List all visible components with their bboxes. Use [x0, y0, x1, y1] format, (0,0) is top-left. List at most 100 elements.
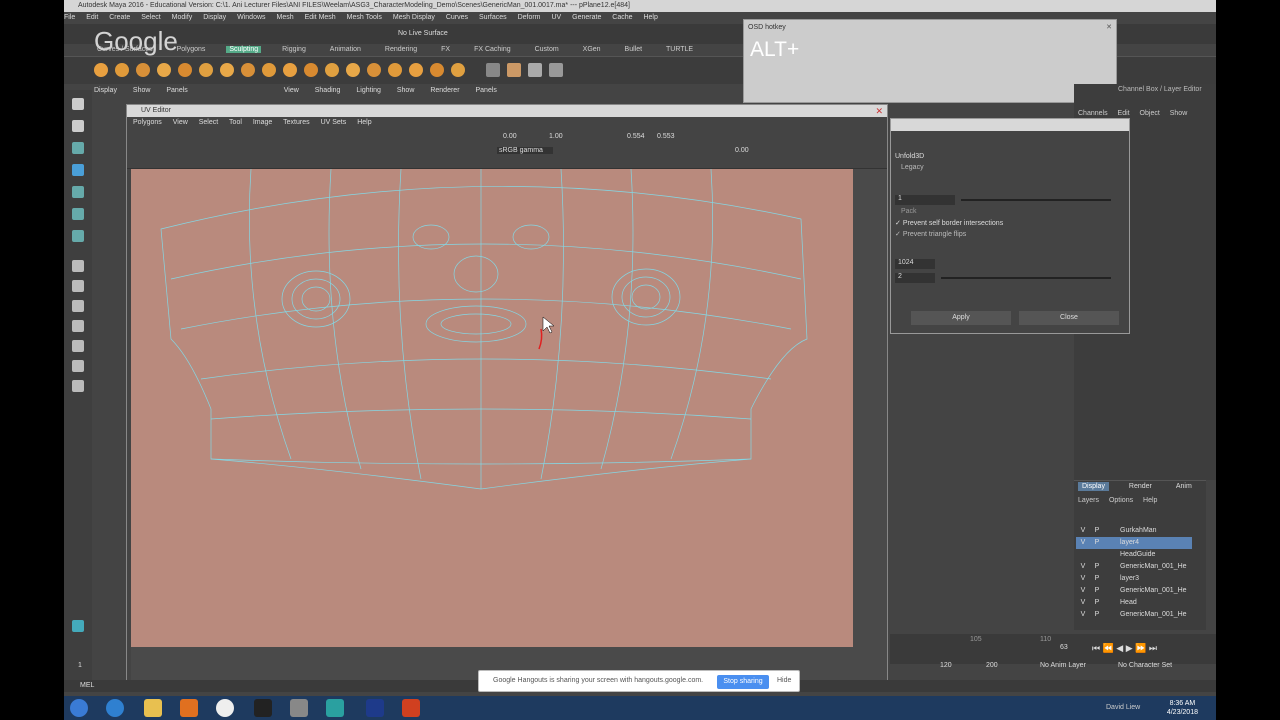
layer-row[interactable]: HeadGuide: [1076, 549, 1192, 561]
lasso-tool-icon[interactable]: [72, 120, 84, 132]
layout-icon-3[interactable]: [72, 340, 84, 352]
uv-menu-uv-sets[interactable]: UV Sets: [321, 119, 347, 126]
shelf-tab-custom[interactable]: Custom: [532, 46, 562, 53]
anim-layer-dropdown[interactable]: No Anim Layer: [1040, 662, 1086, 669]
photoshop-icon[interactable]: [366, 699, 384, 717]
sculpt-tool-icon[interactable]: [94, 63, 108, 77]
playback-toggle[interactable]: P: [1090, 537, 1104, 549]
tab-edit[interactable]: Edit: [1118, 110, 1130, 117]
layer-name[interactable]: layer3: [1120, 575, 1139, 582]
uv-texture-canvas[interactable]: [131, 169, 853, 647]
rotate-tool-icon[interactable]: [72, 186, 84, 198]
tab-channels[interactable]: Channels: [1078, 110, 1108, 117]
rotate-amount[interactable]: 0.00: [735, 147, 749, 154]
shelf-tab-sculpting[interactable]: Sculpting: [226, 46, 262, 53]
knife-tool-icon[interactable]: [367, 63, 381, 77]
uv-menu-select[interactable]: Select: [199, 119, 218, 126]
move-tool-icon[interactable]: [72, 164, 84, 176]
prevent-flips-checkbox[interactable]: ✓ Prevent triangle flips: [895, 230, 966, 238]
select-tool-icon[interactable]: [72, 98, 84, 110]
visibility-toggle[interactable]: V: [1076, 537, 1090, 549]
shelf-tab-curves[interactable]: Curves / Surfaces: [94, 46, 156, 53]
uv-menu-help[interactable]: Help: [357, 119, 371, 126]
flatten-tool-icon[interactable]: [199, 63, 213, 77]
layer-row[interactable]: V P Head: [1076, 597, 1192, 609]
current-frame[interactable]: 63: [1060, 644, 1068, 651]
vp-menu-display[interactable]: Display: [94, 87, 117, 94]
vp-menu-lighting[interactable]: Lighting: [356, 87, 381, 94]
menu-file[interactable]: File: [64, 14, 75, 21]
layer-menu-options[interactable]: Options: [1109, 497, 1133, 504]
method-legacy[interactable]: Legacy: [901, 164, 924, 171]
relax-tool-icon[interactable]: [136, 63, 150, 77]
freeze-tool-icon[interactable]: [451, 63, 465, 77]
uv-menu-view[interactable]: View: [173, 119, 188, 126]
media-player-icon[interactable]: [180, 699, 198, 717]
settings-tool-icon[interactable]: [528, 63, 542, 77]
layer-name[interactable]: layer4: [1120, 539, 1139, 546]
shelf-tab-fx-caching[interactable]: FX Caching: [471, 46, 514, 53]
uv-menu-tool[interactable]: Tool: [229, 119, 242, 126]
menu-select[interactable]: Select: [141, 14, 160, 21]
terminal-icon[interactable]: [254, 699, 272, 717]
layer-name[interactable]: GenericMan_001_He: [1120, 563, 1187, 570]
playback-toggle[interactable]: P: [1090, 561, 1104, 573]
iterations-slider[interactable]: [961, 199, 1111, 201]
vp-menu-shading[interactable]: Shading: [315, 87, 341, 94]
vp-menu-show[interactable]: Show: [133, 87, 151, 94]
texture-tool-icon[interactable]: [507, 63, 521, 77]
menu-edit-mesh[interactable]: Edit Mesh: [305, 14, 336, 21]
maya-icon[interactable]: [326, 699, 344, 717]
time-slider[interactable]: 105 110 63 ⏮ ⏪ ◀ ▶ ⏩ ⏭: [890, 634, 1216, 664]
range-end-field[interactable]: 200: [986, 662, 998, 669]
visibility-toggle[interactable]: V: [1076, 597, 1090, 609]
playback-toggle[interactable]: P: [1090, 525, 1104, 537]
pack-checkbox[interactable]: Pack: [901, 208, 917, 215]
last-tool-icon[interactable]: [72, 230, 84, 242]
gamma-value[interactable]: 1.00: [549, 133, 563, 140]
powerpoint-icon[interactable]: [402, 699, 420, 717]
visibility-toggle[interactable]: V: [1076, 573, 1090, 585]
close-icon[interactable]: ✕: [1106, 23, 1112, 31]
menu-mesh-display[interactable]: Mesh Display: [393, 14, 435, 21]
menu-create[interactable]: Create: [109, 14, 130, 21]
close-button[interactable]: Close: [1019, 311, 1119, 325]
explorer-icon[interactable]: [144, 699, 162, 717]
visibility-toggle[interactable]: V: [1076, 561, 1090, 573]
scale-tool-icon[interactable]: [72, 208, 84, 220]
layer-name[interactable]: Head: [1120, 599, 1137, 606]
menu-mesh[interactable]: Mesh: [276, 14, 293, 21]
close-icon[interactable]: ✕: [875, 106, 883, 117]
visibility-toggle[interactable]: V: [1076, 525, 1090, 537]
menu-deform[interactable]: Deform: [518, 14, 541, 21]
amplify-tool-icon[interactable]: [430, 63, 444, 77]
layer-row[interactable]: V Player3: [1076, 573, 1192, 585]
left-field[interactable]: 1: [78, 662, 82, 669]
map-size-dropdown[interactable]: 1024: [895, 259, 935, 269]
shelf-tab-xgen[interactable]: XGen: [580, 46, 604, 53]
layer-row[interactable]: V P GenericMan_001_He: [1076, 561, 1192, 573]
room-space-field[interactable]: 2: [895, 273, 935, 283]
shelf-tab-fx[interactable]: FX: [438, 46, 453, 53]
menu-curves[interactable]: Curves: [446, 14, 468, 21]
tab-render[interactable]: Render: [1125, 482, 1156, 491]
range-start-field[interactable]: 120: [940, 662, 952, 669]
menu-mesh-tools[interactable]: Mesh Tools: [347, 14, 382, 21]
menu-modify[interactable]: Modify: [172, 14, 193, 21]
shelf-tab-rigging[interactable]: Rigging: [279, 46, 309, 53]
fill-tool-icon[interactable]: [346, 63, 360, 77]
playback-controls[interactable]: ⏮ ⏪ ◀ ▶ ⏩ ⏭: [1092, 643, 1157, 654]
menu-uv[interactable]: UV: [551, 14, 561, 21]
menu-edit[interactable]: Edit: [86, 14, 98, 21]
vp-menu-view[interactable]: View: [284, 87, 299, 94]
single-view-icon[interactable]: [72, 260, 84, 272]
prevent-border-checkbox[interactable]: ✓ Prevent self border intersections: [895, 219, 1003, 227]
ie-icon[interactable]: [106, 699, 124, 717]
apply-button[interactable]: Apply: [911, 311, 1011, 325]
playback-toggle[interactable]: P: [1090, 585, 1104, 597]
layer-name[interactable]: HeadGuide: [1120, 551, 1155, 558]
layer-row[interactable]: V Player4: [1076, 537, 1192, 549]
layer-row[interactable]: V P GurkahMan: [1076, 525, 1192, 537]
shelf-tab-turtle[interactable]: TURTLE: [663, 46, 696, 53]
layout-icon-4[interactable]: [72, 360, 84, 372]
